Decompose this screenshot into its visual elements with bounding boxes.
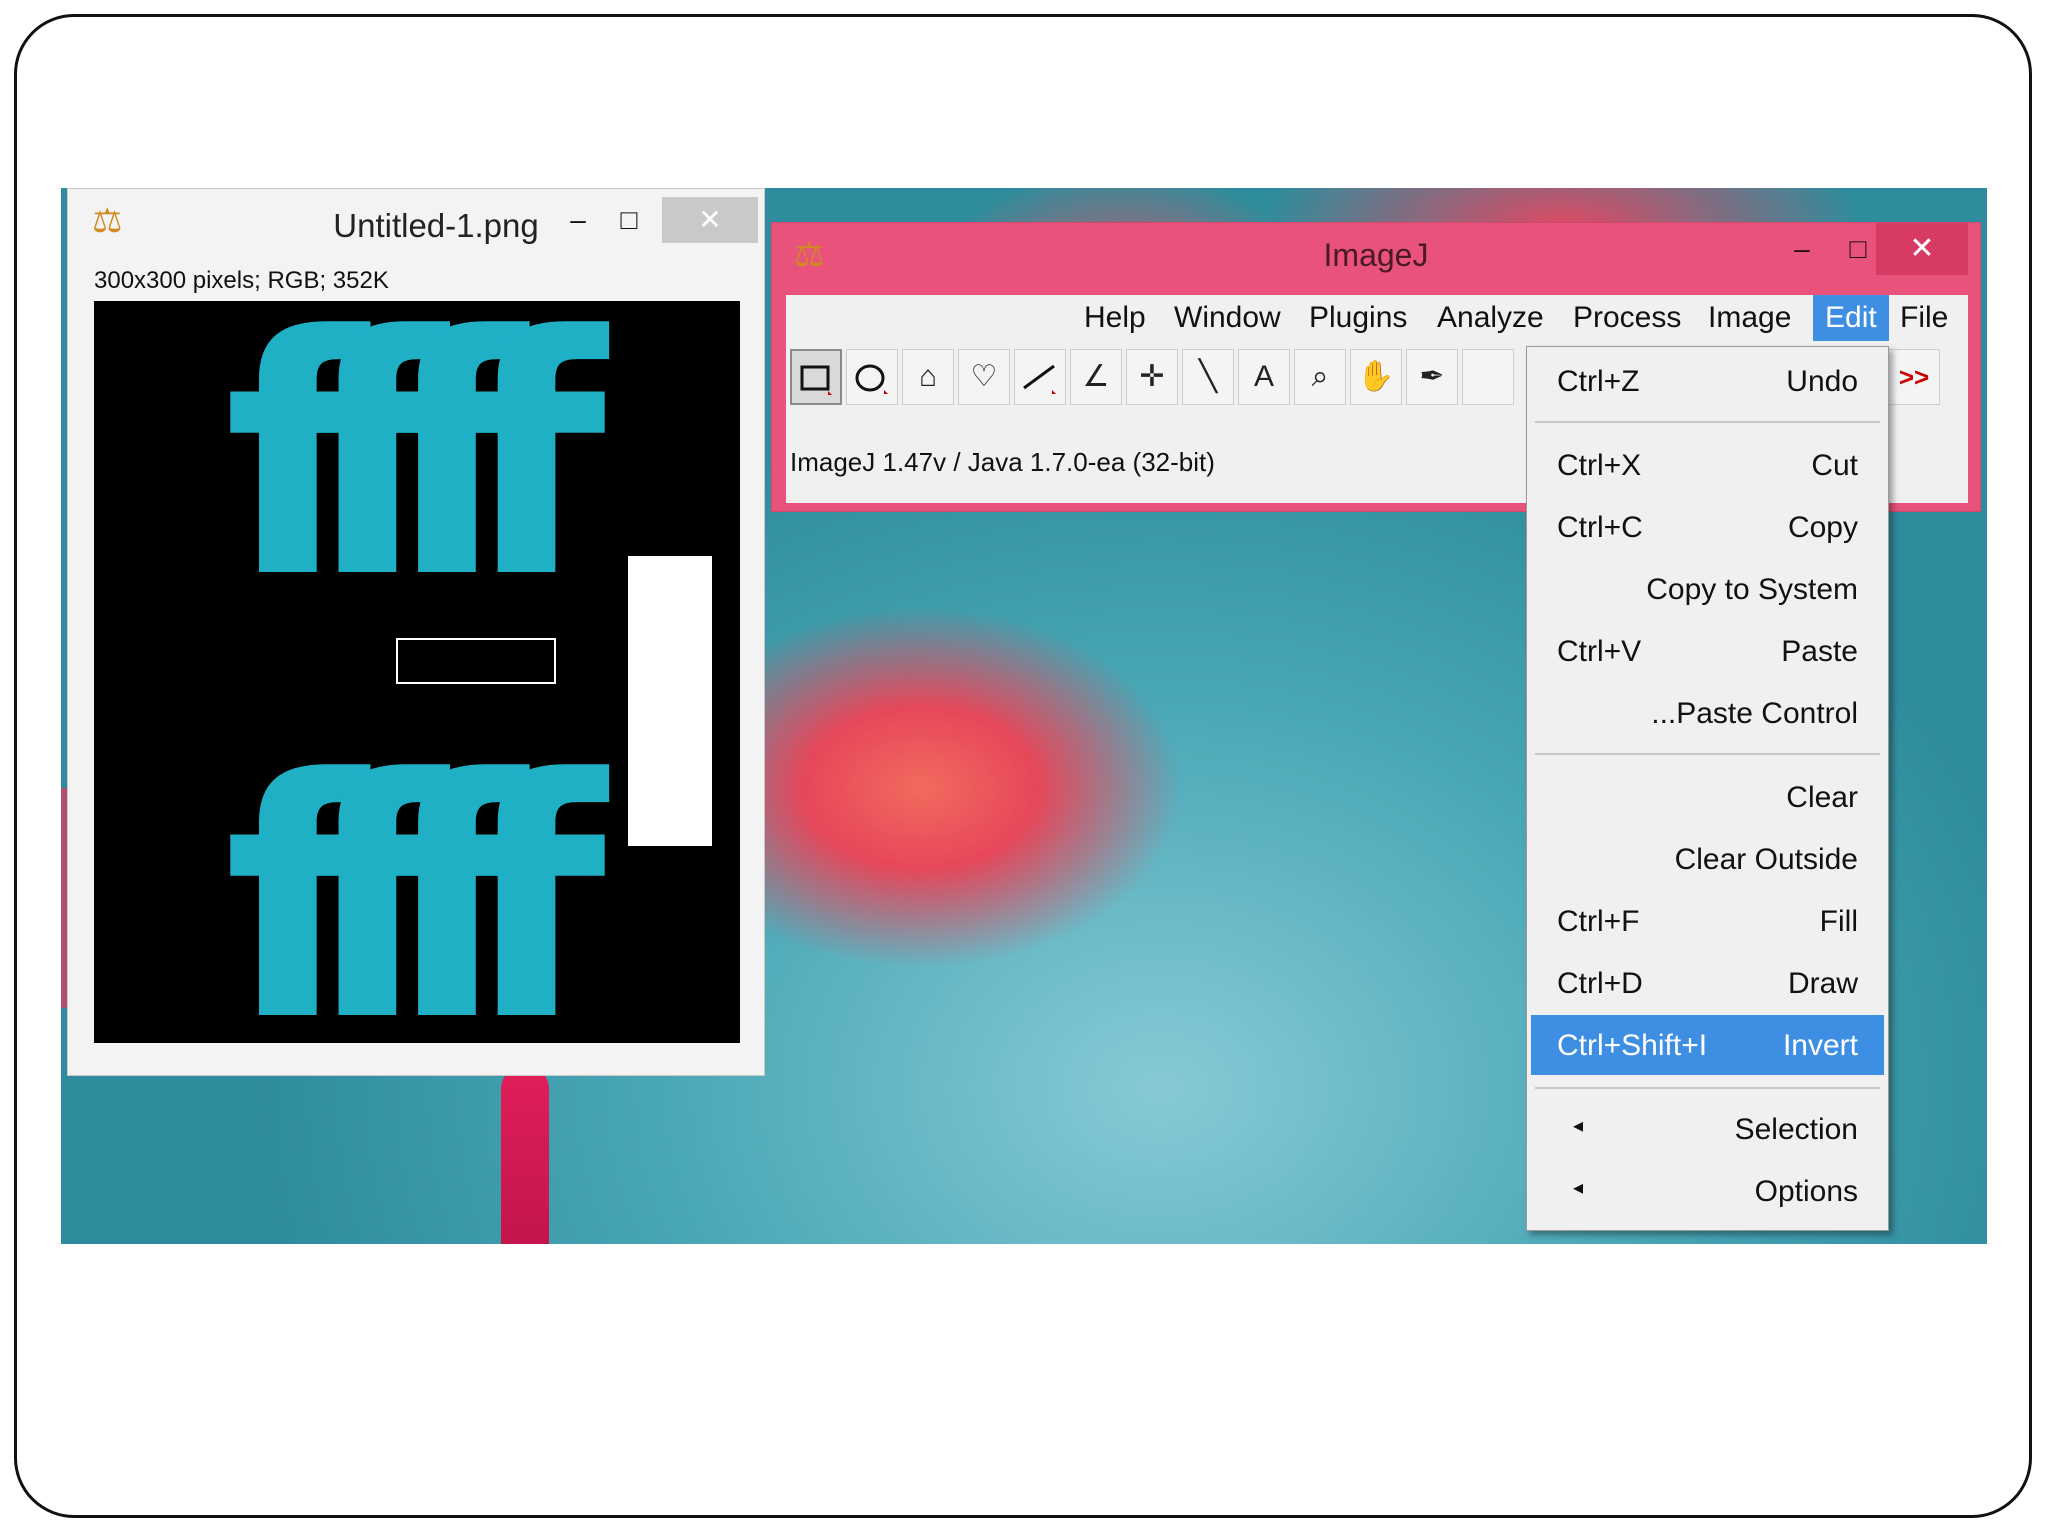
menu-item-options[interactable]: ◂ Options — [1531, 1161, 1884, 1221]
line-icon[interactable] — [1014, 349, 1066, 405]
menu-item-paste[interactable]: Ctrl+V Paste — [1531, 621, 1884, 681]
menu-item-fill[interactable]: Ctrl+F Fill — [1531, 891, 1884, 951]
magnifier-icon[interactable]: ⌕ — [1294, 349, 1346, 405]
desktop-screenshot: ⚖ Untitled-1.png – □ ✕ 300x300 pixels; R… — [61, 188, 1987, 1244]
menu-item-clear-outside[interactable]: Clear Outside — [1531, 829, 1884, 889]
dropper-icon[interactable]: ✒ — [1406, 349, 1458, 405]
menu-item-selection[interactable]: ◂ Selection — [1531, 1099, 1884, 1159]
menu-window[interactable]: Window — [1174, 301, 1281, 335]
menu-process[interactable]: Process — [1573, 301, 1681, 335]
status-bar-text: ImageJ 1.47v / Java 1.7.0-ea (32-bit) — [790, 447, 1215, 477]
freehand-icon[interactable]: ♡ — [958, 349, 1010, 405]
menu-analyze[interactable]: Analyze — [1437, 301, 1544, 335]
image-canvas[interactable]: ffff ffff — [94, 301, 740, 1043]
submenu-arrow-icon: ◂ — [1573, 1115, 1584, 1137]
maximize-button[interactable]: □ — [1838, 225, 1878, 273]
image-text-bottom: ffff — [224, 709, 606, 1043]
wand-icon[interactable]: ╲ — [1182, 349, 1234, 405]
rectangle-selection[interactable] — [396, 638, 556, 684]
submenu-arrow-icon: ◂ — [1573, 1177, 1584, 1199]
close-button[interactable]: ✕ — [1876, 223, 1968, 275]
empty-tool-slot[interactable] — [1462, 349, 1514, 405]
image-window-title: Untitled-1.png — [333, 207, 539, 244]
white-rectangle-shape — [628, 556, 712, 846]
point-icon[interactable]: ✛ — [1126, 349, 1178, 405]
menu-item-undo[interactable]: Ctrl+Z Undo — [1531, 351, 1884, 411]
menu-item-cut[interactable]: Ctrl+X Cut — [1531, 435, 1884, 495]
menu-item-draw[interactable]: Ctrl+D Draw — [1531, 953, 1884, 1013]
minimize-button[interactable]: – — [1782, 225, 1822, 273]
menu-separator — [1535, 1087, 1880, 1089]
menu-help[interactable]: Help — [1084, 301, 1146, 335]
angle-icon[interactable]: ∠ — [1070, 349, 1122, 405]
menu-item-copy[interactable]: Ctrl+C Copy — [1531, 497, 1884, 557]
maximize-button[interactable]: □ — [608, 197, 650, 243]
menu-item-invert[interactable]: Ctrl+Shift+I Invert — [1531, 1015, 1884, 1075]
hand-icon[interactable]: ✋ — [1350, 349, 1402, 405]
menu-bar: Help Window Plugins Analyze Process Imag… — [786, 295, 1968, 341]
minimize-button[interactable]: – — [558, 197, 598, 243]
menu-item-clear[interactable]: Clear — [1531, 767, 1884, 827]
menu-separator — [1535, 753, 1880, 755]
menu-plugins[interactable]: Plugins — [1309, 301, 1407, 335]
menu-separator — [1535, 421, 1880, 423]
menu-file[interactable]: File — [1900, 301, 1948, 335]
close-button[interactable]: ✕ — [662, 197, 758, 243]
rectangle-icon[interactable] — [790, 349, 842, 405]
menu-edit[interactable]: Edit — [1813, 295, 1889, 341]
more-tools-button[interactable]: >> — [1888, 349, 1940, 405]
menu-image[interactable]: Image — [1708, 301, 1791, 335]
image-info-text: 300x300 pixels; RGB; 352K — [94, 267, 389, 294]
menu-item-copy-to-system[interactable]: Copy to System — [1531, 559, 1884, 619]
image-text-top: ffff — [224, 301, 606, 650]
image-window[interactable]: ⚖ Untitled-1.png – □ ✕ 300x300 pixels; R… — [67, 188, 765, 1076]
edit-menu-dropdown: Ctrl+Z Undo Ctrl+X Cut Ctrl+C Copy Copy … — [1526, 346, 1889, 1231]
image-window-titlebar[interactable]: ⚖ Untitled-1.png – □ ✕ — [68, 189, 764, 263]
text-icon[interactable]: A — [1238, 349, 1290, 405]
oval-icon[interactable] — [846, 349, 898, 405]
menu-item-paste-control[interactable]: ...Paste Control — [1531, 683, 1884, 743]
flower-stem-decor — [501, 1068, 549, 1244]
polygon-icon[interactable]: ⌂ — [902, 349, 954, 405]
